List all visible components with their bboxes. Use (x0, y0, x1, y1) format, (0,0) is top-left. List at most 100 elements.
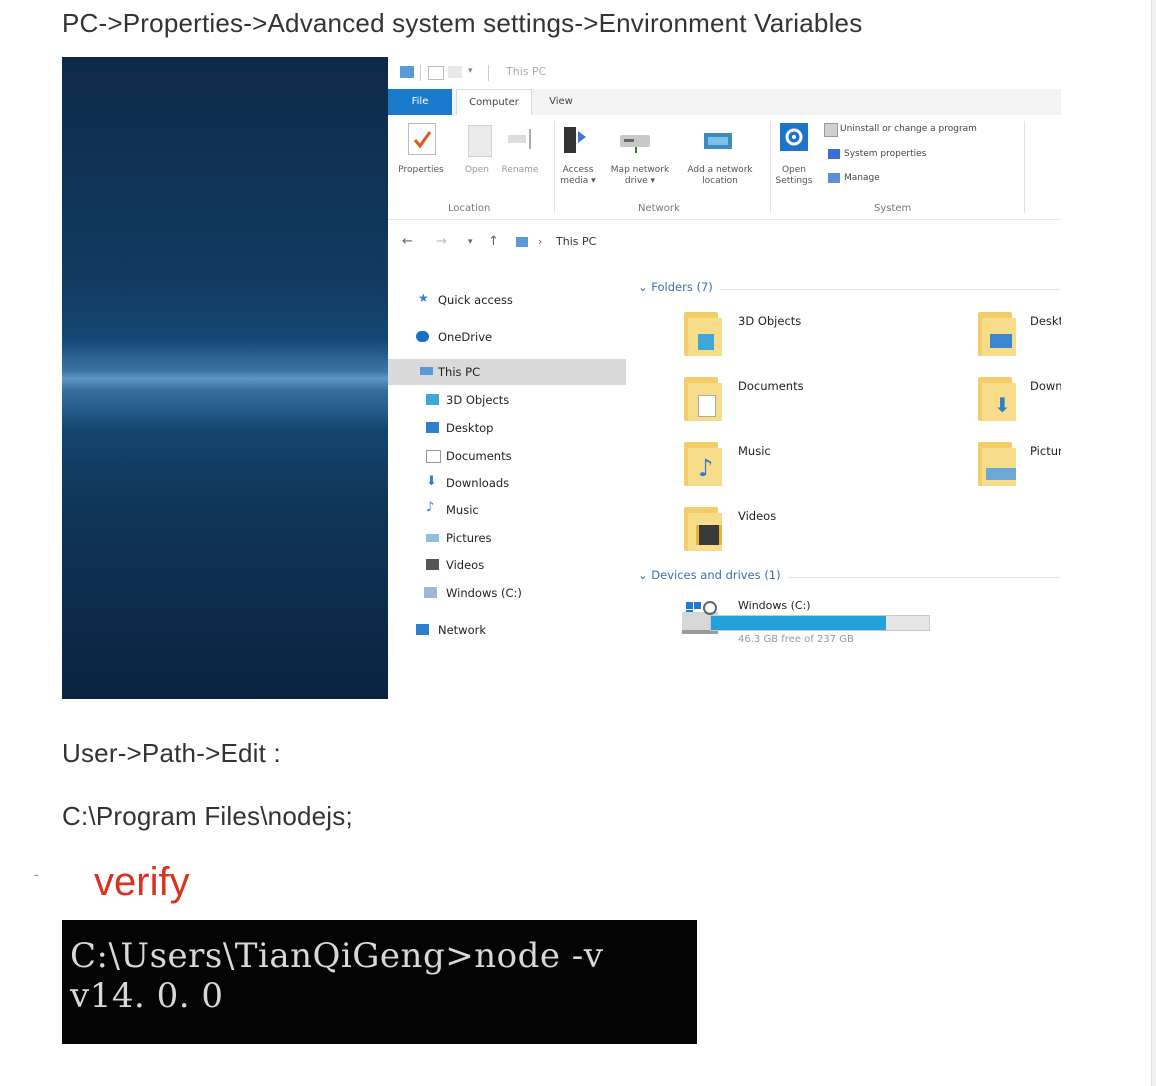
dropdown-icon: ▾ (468, 66, 473, 76)
nav-item-quick-access[interactable]: ★ Quick access (388, 287, 626, 313)
nav-item-videos[interactable]: Videos (388, 552, 626, 578)
drive-icon (424, 587, 437, 598)
nav-label: Documents (446, 449, 512, 463)
path-instruction: User->Path->Edit : (62, 738, 281, 768)
cube-icon (426, 394, 439, 405)
nav-item-documents[interactable]: Documents (388, 443, 626, 469)
divider (488, 65, 489, 81)
divider (788, 577, 1060, 578)
folder-icon[interactable] (978, 442, 1016, 486)
network-icon (416, 624, 429, 635)
folders-header-label: Folders (7) (651, 280, 713, 294)
properties-button[interactable]: Properties (392, 165, 450, 176)
tab-computer[interactable]: Computer (456, 89, 532, 116)
open-icon (468, 125, 492, 157)
access-media-button[interactable]: Access media ▾ (558, 165, 598, 187)
nav-label: Downloads (446, 476, 510, 490)
nav-label: Desktop (446, 421, 494, 435)
picture-icon (426, 534, 439, 542)
back-arrow-icon[interactable]: ← (402, 234, 413, 249)
explorer-screenshot: ▾ This PC File Computer View Properties … (62, 57, 1061, 699)
nav-label: Pictures (446, 531, 492, 545)
nav-label: Windows (C:) (446, 586, 522, 600)
download-arrow-icon: ⬇ (426, 474, 437, 489)
film-icon (426, 559, 439, 570)
tab-file[interactable]: File (388, 89, 452, 115)
uninstall-icon (824, 123, 838, 137)
nav-label: OneDrive (438, 330, 493, 344)
drive-free-space: 46.3 GB free of 237 GB (738, 634, 854, 645)
recent-dropdown-icon[interactable]: ▾ (468, 237, 473, 247)
ribbon-tabs: File Computer View (388, 89, 1061, 116)
folder-icon[interactable] (978, 312, 1016, 356)
manage-button[interactable]: Manage (844, 173, 880, 183)
gear-icon (780, 123, 808, 151)
forward-arrow-icon[interactable]: → (436, 234, 447, 249)
folder-icon[interactable]: ♪ (684, 442, 722, 486)
folder-icon[interactable] (684, 507, 722, 551)
folder-icon[interactable] (684, 312, 722, 356)
nav-item-windows-c[interactable]: Windows (C:) (388, 580, 626, 606)
address-path[interactable]: This PC (556, 235, 596, 248)
tab-view[interactable]: View (538, 89, 584, 115)
ribbon: Properties Open Rename Location Access m… (388, 115, 1061, 220)
nav-item-pictures[interactable]: Pictures (388, 525, 626, 551)
drive-usage-fill (711, 616, 887, 630)
devices-header[interactable]: ⌄ Devices and drives (1) (638, 568, 781, 582)
nav-item-3d-objects[interactable]: 3D Objects (388, 387, 626, 413)
folder-desktop[interactable]: Desktop (1030, 314, 1061, 328)
rename-button[interactable]: Rename (498, 165, 542, 176)
nav-item-this-pc[interactable]: This PC (388, 359, 626, 385)
breadcrumb-text: PC->Properties->Advanced system settings… (62, 8, 863, 38)
file-explorer-window: ▾ This PC File Computer View Properties … (388, 57, 1061, 699)
drive-name[interactable]: Windows (C:) (738, 599, 811, 612)
system-properties-button[interactable]: System properties (844, 149, 926, 159)
nav-item-desktop[interactable]: Desktop (388, 415, 626, 441)
rename-icon (506, 127, 534, 151)
folder-icon[interactable] (684, 377, 722, 421)
folder-icon (448, 66, 462, 78)
folder-videos[interactable]: Videos (738, 509, 776, 523)
nav-label: Music (446, 503, 479, 517)
nav-label: Quick access (438, 293, 513, 307)
divider (554, 121, 555, 213)
nav-label: Network (438, 623, 487, 637)
open-settings-button[interactable]: Open Settings (772, 165, 816, 187)
star-icon: ★ (418, 291, 429, 305)
divider (1024, 121, 1025, 213)
window-title: This PC (506, 65, 547, 78)
folder-music[interactable]: Music (738, 444, 771, 458)
navigation-pane: ★ Quick access OneDrive This PC 3D Objec… (388, 272, 628, 699)
add-network-location-icon (702, 127, 736, 155)
scrollbar[interactable] (1151, 0, 1156, 1086)
nav-item-network[interactable]: Network (388, 617, 626, 643)
folder-pictures[interactable]: Pictures (1030, 444, 1061, 458)
desktop-wallpaper (62, 57, 388, 699)
folder-documents[interactable]: Documents (738, 379, 804, 393)
open-button[interactable]: Open (458, 165, 496, 176)
uninstall-button[interactable]: Uninstall or change a program (840, 124, 977, 134)
add-network-location-button[interactable]: Add a network location (682, 165, 758, 187)
nav-item-downloads[interactable]: ⬇ Downloads (388, 470, 626, 496)
quick-access-toolbar: ▾ This PC (388, 57, 1061, 89)
nav-item-music[interactable]: ♪ Music (388, 497, 626, 523)
verify-heading: verify (94, 860, 190, 904)
nav-item-onedrive[interactable]: OneDrive (388, 324, 626, 350)
up-arrow-icon[interactable]: ↑ (488, 234, 499, 249)
system-group-label: System (874, 203, 912, 214)
divider (420, 65, 421, 81)
pc-icon (400, 66, 414, 78)
folder-3d-objects[interactable]: 3D Objects (738, 314, 801, 328)
nav-label: Videos (446, 558, 485, 572)
properties-icon (428, 66, 444, 80)
pc-icon (516, 237, 528, 247)
drive-usage-bar (710, 615, 930, 631)
folders-header[interactable]: ⌄ Folders (7) (638, 280, 713, 294)
manage-icon (828, 173, 840, 183)
folder-downloads[interactable]: Downloa (1030, 379, 1061, 393)
system-properties-icon (828, 149, 840, 159)
folder-icon[interactable]: ⬇ (978, 377, 1016, 421)
terminal-command: C:\Users\TianQiGeng>node -v (70, 936, 604, 976)
pc-icon (420, 367, 433, 375)
map-network-drive-button[interactable]: Map network drive ▾ (602, 165, 678, 187)
